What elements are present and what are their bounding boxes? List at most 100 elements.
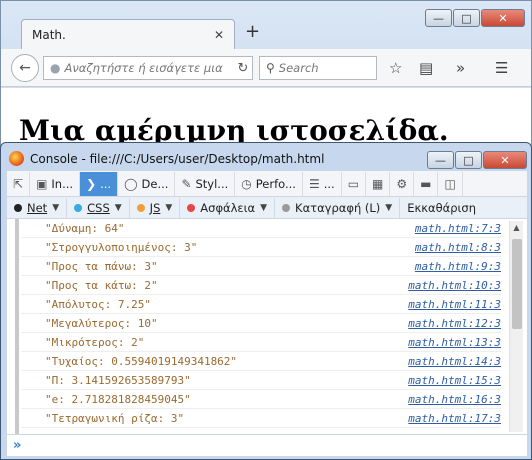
network-monitor-icon: ☰ xyxy=(308,176,320,191)
log-row: "Μικρότερος: 2" math.html:13:3 xyxy=(21,333,501,352)
scratchpad-icon: ▭ xyxy=(347,176,360,191)
filter-js[interactable]: JS ▼ xyxy=(130,197,181,218)
overflow-chevron-icon[interactable]: » xyxy=(456,59,465,77)
net-dot-icon xyxy=(14,203,22,212)
log-message: "Τυχαίος: 0.5594019149341862" xyxy=(45,354,238,368)
performance-icon: ◷ xyxy=(241,176,252,191)
firefox-icon xyxy=(9,151,24,166)
log-source-link[interactable]: math.html:10:3 xyxy=(408,279,501,292)
console-minimize-button[interactable]: — xyxy=(427,151,454,169)
tab-inspector-label: In... xyxy=(51,176,74,191)
log-row: "Π: 3.141592653589793" math.html:15:3 xyxy=(21,371,501,390)
log-message: "Μικρότερος: 2" xyxy=(45,335,145,349)
scroll-up-icon[interactable]: ▲ xyxy=(510,221,523,235)
browser-window: Math. ✕ + — □ ✕ ← ● Αναζητήστε ή εισάγετ… xyxy=(0,0,532,150)
search-input[interactable]: ⚲ Search xyxy=(259,56,377,80)
log-row: "e: 2.718281828459045" math.html:16:3 xyxy=(21,390,501,409)
hamburger-menu-icon[interactable]: ☰ xyxy=(495,59,508,77)
log-source-link[interactable]: math.html:7:3 xyxy=(415,222,501,235)
page-content: Μια αμέριμνη ιστοσελίδα. xyxy=(1,88,531,150)
dock-icon: ▬ xyxy=(420,176,432,191)
console-command-input[interactable]: » xyxy=(7,434,527,456)
screenshot-icon: ▦ xyxy=(372,176,384,191)
scratchpad-button[interactable]: ▭ xyxy=(342,171,367,196)
navigation-toolbar: ← ● Αναζητήστε ή εισάγετε μια ↻ ⚲ Search… xyxy=(1,49,531,87)
dock-button[interactable]: ▬ xyxy=(414,171,439,196)
prompt-icon: » xyxy=(13,438,22,453)
chevron-down-icon: ▼ xyxy=(52,202,60,213)
browser-window-controls: — □ ✕ xyxy=(425,9,525,27)
filter-security[interactable]: Ασφάλεια ▼ xyxy=(180,197,276,218)
log-gutter xyxy=(15,219,19,434)
log-message: "e: 2.718281828459045" xyxy=(45,392,191,406)
url-placeholder: Αναζητήστε ή εισάγετε μια xyxy=(64,61,223,75)
chevron-down-icon: ▼ xyxy=(114,202,122,213)
filter-logging[interactable]: Καταγραφή (L) ▼ xyxy=(275,197,401,218)
gear-icon: ⚙ xyxy=(396,176,408,191)
inspector-icon: ▣ xyxy=(36,176,48,191)
tab-network-label: ... xyxy=(323,176,335,191)
settings-button[interactable]: ⚙ xyxy=(390,171,415,196)
style-editor-icon: ✎ xyxy=(181,176,192,191)
back-button[interactable]: ← xyxy=(11,54,39,82)
url-bar[interactable]: ● Αναζητήστε ή εισάγετε μια ↻ xyxy=(43,56,253,80)
console-filter-bar: Net ▼ CSS ▼ JS ▼ Ασφάλεια ▼ Καταγραφή (L… xyxy=(7,197,527,219)
vertical-scrollbar[interactable]: ▲ xyxy=(509,221,523,432)
tab-style-editor-label: Styl... xyxy=(195,176,229,191)
security-dot-icon xyxy=(187,203,196,212)
pick-element-button[interactable]: ⇱ xyxy=(7,171,31,196)
log-row: "Στρογγυλοποιημένος: 3" math.html:8:3 xyxy=(21,238,501,257)
split-console-button[interactable]: ◫ xyxy=(438,171,463,196)
tab-debugger-label: De... xyxy=(141,176,169,191)
clear-button[interactable]: Εκκαθάριση xyxy=(400,198,483,218)
filter-net-label: Net xyxy=(27,200,48,215)
reading-list-icon[interactable]: ▤ xyxy=(419,59,433,77)
tab-inspector[interactable]: ▣ In... xyxy=(30,171,81,196)
log-row: "Απόλυτος: 7.25" math.html:11:3 xyxy=(21,295,501,314)
tab-performance-label: Perfo... xyxy=(255,176,296,191)
log-source-link[interactable]: math.html:11:3 xyxy=(408,298,501,311)
maximize-button[interactable]: □ xyxy=(453,9,480,27)
console-title: Console - file:///C:/Users/user/Desktop/… xyxy=(30,151,325,166)
screenshot-button[interactable]: ▦ xyxy=(366,171,391,196)
filter-css-label: CSS xyxy=(87,200,110,215)
log-source-link[interactable]: math.html:9:3 xyxy=(415,260,501,273)
reload-icon[interactable]: ↻ xyxy=(234,61,252,76)
chevron-down-icon: ▼ xyxy=(165,202,173,213)
log-source-link[interactable]: math.html:12:3 xyxy=(408,317,501,330)
log-message: "Στρογγυλοποιημένος: 3" xyxy=(45,240,198,254)
log-row: "Προς τα κάτω: 2" math.html:10:3 xyxy=(21,276,501,295)
log-source-link[interactable]: math.html:17:3 xyxy=(408,412,501,425)
log-source-link[interactable]: math.html:14:3 xyxy=(408,355,501,368)
console-window: Console - file:///C:/Users/user/Desktop/… xyxy=(0,142,532,460)
filter-net[interactable]: Net ▼ xyxy=(7,197,68,218)
tab-close-icon[interactable]: ✕ xyxy=(214,28,224,42)
filter-css[interactable]: CSS ▼ xyxy=(67,197,130,218)
console-maximize-button[interactable]: □ xyxy=(455,151,482,169)
tab-network[interactable]: ☰... xyxy=(303,171,342,196)
log-message: "Τετραγωνική ρίζα: 3" xyxy=(45,411,185,425)
console-icon: ❯ xyxy=(86,176,97,191)
log-source-link[interactable]: math.html:15:3 xyxy=(408,374,501,387)
tab-math[interactable]: Math. ✕ xyxy=(21,19,235,49)
log-message: "Προς τα πάνω: 3" xyxy=(45,259,158,273)
log-source-link[interactable]: math.html:16:3 xyxy=(408,393,501,406)
log-row: "Τυχαίος: 0.5594019149341862" math.html:1… xyxy=(21,352,501,371)
pick-element-icon: ⇱ xyxy=(13,176,24,191)
clear-button-label: Εκκαθάριση xyxy=(407,200,476,215)
bookmark-star-icon[interactable]: ☆ xyxy=(389,59,402,77)
scrollbar-thumb[interactable] xyxy=(512,239,522,329)
log-message: "Μεγαλύτερος: 10" xyxy=(45,316,158,330)
chevron-down-icon: ▼ xyxy=(260,202,268,213)
console-close-button[interactable]: ✕ xyxy=(483,151,527,169)
tab-style-editor[interactable]: ✎ Styl... xyxy=(175,171,236,196)
tab-console[interactable]: ❯... xyxy=(80,171,119,196)
tab-debugger[interactable]: ◯ De... xyxy=(118,171,176,196)
log-row: "Προς τα πάνω: 3" math.html:9:3 xyxy=(21,257,501,276)
new-tab-button[interactable]: + xyxy=(245,21,260,42)
tab-performance[interactable]: ◷ Perfo... xyxy=(235,171,303,196)
log-source-link[interactable]: math.html:13:3 xyxy=(408,336,501,349)
log-source-link[interactable]: math.html:8:3 xyxy=(415,241,501,254)
close-button[interactable]: ✕ xyxy=(481,9,525,27)
minimize-button[interactable]: — xyxy=(425,9,452,27)
